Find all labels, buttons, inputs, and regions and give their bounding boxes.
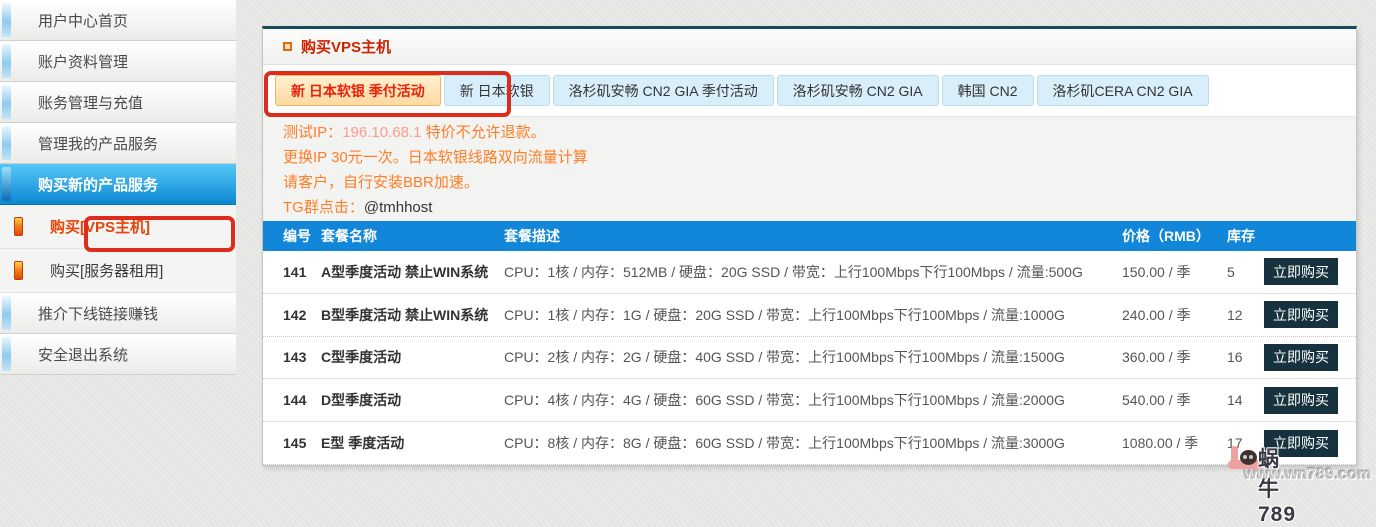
plan-id: 143 xyxy=(283,349,307,366)
plan-name: A型季度活动 禁止WIN系统 xyxy=(321,263,489,280)
test-ip-value: 196.10.68.1 xyxy=(342,124,422,141)
sidebar-item-buy-new-products[interactable]: 购买新的产品服务 xyxy=(0,164,236,205)
plan-stock: 14 xyxy=(1227,392,1243,409)
plan-desc: CPU：8核 / 内存：8G / 硬盘：60G SSD / 带宽：上行100Mb… xyxy=(504,435,1065,452)
plan-id: 144 xyxy=(283,392,307,409)
page-title: 购买VPS主机 xyxy=(301,39,392,56)
sidebar: 用户中心首页 账户资料管理 账务管理与充值 管理我的产品服务 购买新的产品服务 … xyxy=(0,0,236,375)
plan-price: 1080.00 / 季 xyxy=(1122,435,1199,452)
sidebar-item-label: 账务管理与充值 xyxy=(38,94,144,112)
plan-id: 141 xyxy=(283,263,307,280)
plan-desc: CPU：4核 / 内存：4G / 硬盘：60G SSD / 带宽：上行100Mb… xyxy=(504,392,1065,409)
plan-name: E型 季度活动 xyxy=(321,435,405,452)
item-accent-bar xyxy=(2,44,11,78)
notice-text: 测试IP： xyxy=(283,124,343,141)
sidebar-item-label: 推介下线链接赚钱 xyxy=(38,305,159,323)
main-panel: 购买VPS主机 新 日本软银 季付活动 新 日本软银 洛杉矶安畅 CN2 GIA… xyxy=(262,26,1357,466)
plan-tabs: 新 日本软银 季付活动 新 日本软银 洛杉矶安畅 CN2 GIA 季付活动 洛杉… xyxy=(263,65,1356,117)
tab-korea-cn2[interactable]: 韩国 CN2 xyxy=(941,75,1034,106)
item-accent-bar xyxy=(2,167,11,201)
plan-stock: 17 xyxy=(1227,435,1243,452)
watermark-url: www.wn789.com xyxy=(1244,466,1372,483)
buy-now-button[interactable]: 立即购买 xyxy=(1264,343,1338,371)
header-desc: 套餐描述 xyxy=(504,228,560,244)
sidebar-item-referral-links[interactable]: 推介下线链接赚钱 xyxy=(0,293,236,334)
sidebar-item-label: 用户中心首页 xyxy=(38,12,129,30)
sidebar-subitem-label: 购买[服务器租用] xyxy=(50,263,164,280)
plan-price: 150.00 / 季 xyxy=(1122,263,1191,280)
plan-desc: CPU：2核 / 内存：2G / 硬盘：40G SSD / 带宽：上行100Mb… xyxy=(504,349,1065,366)
tab-la-anchnet-cn2gia[interactable]: 洛杉矶安畅 CN2 GIA xyxy=(776,75,939,106)
plan-price: 240.00 / 季 xyxy=(1122,306,1191,323)
table-row-145: 145 E型 季度活动 CPU：8核 / 内存：8G / 硬盘：60G SSD … xyxy=(263,422,1356,465)
square-bullet-icon xyxy=(283,42,292,51)
item-accent-bar xyxy=(2,296,11,330)
buy-now-button[interactable]: 立即购买 xyxy=(1264,301,1338,329)
buy-now-button[interactable]: 立即购买 xyxy=(1264,386,1338,414)
sidebar-item-user-center-home[interactable]: 用户中心首页 xyxy=(0,0,236,41)
header-name: 套餐名称 xyxy=(321,228,377,244)
header-id: 编号 xyxy=(283,228,311,244)
plan-desc: CPU：1核 / 内存：1G / 硬盘：20G SSD / 带宽：上行100Mb… xyxy=(504,306,1065,323)
plan-price: 360.00 / 季 xyxy=(1122,349,1191,366)
orange-flag-icon xyxy=(14,261,23,280)
buy-now-button[interactable]: 立即购买 xyxy=(1264,429,1338,457)
notice-line-tg-group: TG群点击：@tmhhost xyxy=(283,195,1356,220)
table-row-143: 143 C型季度活动 CPU：2核 / 内存：2G / 硬盘：40G SSD /… xyxy=(263,336,1356,380)
plans-table-header: 编号 套餐名称 套餐描述 价格（RMB） 库存 xyxy=(263,221,1356,251)
plan-id: 145 xyxy=(283,435,307,452)
table-row-142: 142 B型季度活动 禁止WIN系统 CPU：1核 / 内存：1G / 硬盘：2… xyxy=(263,293,1356,337)
notice-line-test-ip: 测试IP：196.10.68.1 特价不允许退款。 xyxy=(283,120,1356,145)
tab-la-anchnet-cn2gia-quarterly[interactable]: 洛杉矶安畅 CN2 GIA 季付活动 xyxy=(552,75,774,106)
sidebar-item-manage-products[interactable]: 管理我的产品服务 xyxy=(0,123,236,164)
buy-now-button[interactable]: 立即购买 xyxy=(1264,258,1338,286)
plan-stock: 5 xyxy=(1227,263,1235,280)
tg-handle-link[interactable]: @tmhhost xyxy=(364,199,433,216)
plan-name: C型季度活动 xyxy=(321,349,402,366)
item-accent-bar xyxy=(2,337,11,371)
sidebar-subitem-buy-server-rental[interactable]: 购买[服务器租用] xyxy=(0,249,236,293)
notice-text: TG群点击： xyxy=(283,199,364,216)
sidebar-item-account-profile[interactable]: 账户资料管理 xyxy=(0,41,236,82)
sidebar-item-label: 购买新的产品服务 xyxy=(38,176,159,194)
sidebar-item-logout[interactable]: 安全退出系统 xyxy=(0,334,236,375)
tab-jp-softbank-quarterly[interactable]: 新 日本软银 季付活动 xyxy=(275,75,441,106)
sidebar-item-label: 账户资料管理 xyxy=(38,53,129,71)
plan-name: D型季度活动 xyxy=(321,392,402,409)
panel-header: 购买VPS主机 xyxy=(263,29,1356,65)
item-accent-bar xyxy=(2,3,11,37)
header-price: 价格（RMB） xyxy=(1122,228,1210,244)
plan-stock: 12 xyxy=(1227,306,1243,323)
sidebar-subitem-label: 购买[VPS主机] xyxy=(50,219,151,236)
header-stock: 库存 xyxy=(1227,228,1255,244)
item-accent-bar xyxy=(2,126,11,160)
notice-line-bbr: 请客户，自行安装BBR加速。 xyxy=(283,174,479,191)
plan-price: 540.00 / 季 xyxy=(1122,392,1191,409)
notice-block: 测试IP：196.10.68.1 特价不允许退款。 更换IP 30元一次。日本软… xyxy=(263,117,1356,221)
plan-desc: CPU：1核 / 内存：512MB / 硬盘：20G SSD / 带宽：上行10… xyxy=(504,263,1083,280)
sidebar-subitem-buy-vps[interactable]: 购买[VPS主机] xyxy=(0,205,236,249)
table-row-144: 144 D型季度活动 CPU：4核 / 内存：4G / 硬盘：60G SSD /… xyxy=(263,379,1356,423)
notice-line-ip-change: 更换IP 30元一次。日本软银线路双向流量计算 xyxy=(283,149,588,166)
tab-jp-softbank[interactable]: 新 日本软银 xyxy=(443,75,550,106)
plan-name: B型季度活动 禁止WIN系统 xyxy=(321,306,489,323)
item-accent-bar xyxy=(2,85,11,119)
orange-flag-icon xyxy=(14,217,23,236)
notice-text: 特价不允许退款。 xyxy=(421,124,546,141)
table-row-141: 141 A型季度活动 禁止WIN系统 CPU：1核 / 内存：512MB / 硬… xyxy=(263,251,1356,294)
plan-id: 142 xyxy=(283,306,307,323)
sidebar-item-label: 管理我的产品服务 xyxy=(38,135,159,153)
plan-stock: 16 xyxy=(1227,349,1243,366)
sidebar-item-billing-recharge[interactable]: 账务管理与充值 xyxy=(0,82,236,123)
tab-la-cera-cn2gia[interactable]: 洛杉矶CERA CN2 GIA xyxy=(1036,75,1209,106)
sidebar-item-label: 安全退出系统 xyxy=(38,346,129,364)
